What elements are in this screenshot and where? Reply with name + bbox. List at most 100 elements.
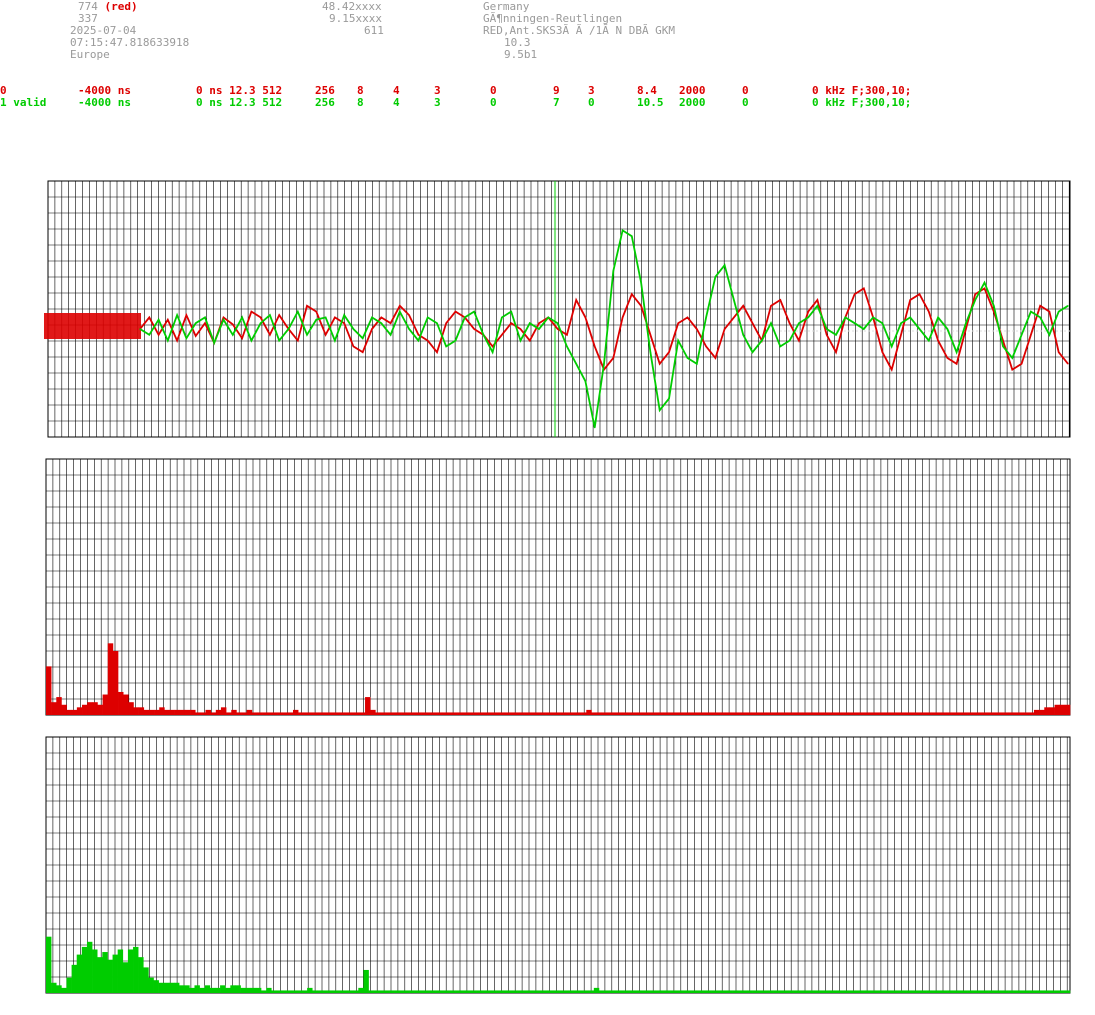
waveform-point-1-51 [612,270,614,272]
spectrum-green-bar-76 [435,990,441,993]
spectrum-red-bar-187 [1008,712,1014,715]
spectrum-red-bar-28 [190,709,196,715]
spectrum-red-bar-65 [380,712,386,715]
spectrum-green-bar-29 [194,985,200,993]
waveform-point-1-44 [547,316,549,318]
spectrum-green-bar-120 [660,990,666,993]
spectrum-red-bar-55 [329,712,335,715]
spectrum-red-bar-44 [272,712,278,715]
waveform-point-1-35 [464,316,466,318]
spectrum-red-bar-148 [807,712,814,715]
spectrum-red-bar-110 [612,712,618,715]
spectrum-red-bar-77 [442,712,448,715]
spectrum-green-bar-153 [829,990,835,993]
spectrum-red-bar-95 [534,712,541,715]
spectrum-green-bar-118 [650,990,656,993]
spectrum-green-bar-96 [537,990,543,993]
spectrum-red-bar-191 [1028,712,1035,715]
waveform-point-1-94 [1011,357,1013,359]
waveform-point-0-47 [575,299,577,301]
spectrum-green-bar-89 [501,990,508,993]
spectrum-red-bar-57 [339,712,345,715]
spectrum-green-bar-105 [583,990,590,993]
spectrum-red-bar-18 [138,707,145,715]
spectrum-red-bar-167 [905,712,911,715]
spectrum-red-bar-25 [174,709,181,715]
spectrum-green-bar-95 [532,990,538,993]
waveform-point-1-61 [705,316,707,318]
waveform-point-1-21 [334,340,336,342]
spectrum-green-bar-64 [373,990,380,993]
spectrum-red-bar-190 [1023,712,1030,715]
spectrum-red-bar-145 [792,712,798,715]
spectrum-red-bar-179 [967,712,973,715]
spectrum-green-bar-8 [86,941,93,993]
spectrum-red-bar-163 [884,712,891,715]
spectrum-red-bar-166 [900,712,906,715]
spectrum-green-bar-193 [1034,990,1040,993]
spectrum-red-bar-176 [951,712,958,715]
spectrum-red-bar-171 [925,712,932,715]
waveform-point-0-51 [612,357,614,359]
spectrum-red-bar-132 [725,712,731,715]
spectrum-red-bar-22 [159,707,165,715]
spectrum-green-bar-104 [578,990,584,993]
spectrum-red-bar-69 [401,712,407,715]
spectrum-green-bar-149 [808,990,815,993]
waveform-point-1-9 [222,319,225,321]
spectrum-green-bar-130 [711,990,718,993]
spectrum-red-bar-12 [107,643,114,715]
waveform-point-0-29 [408,314,410,316]
waveform-point-1-88 [956,351,958,353]
waveform-point-0-27 [390,322,392,324]
waveform-point-0-57 [668,351,670,353]
waveform-point-0-94 [1011,369,1013,371]
spectrum-green-bar-18 [138,957,144,993]
waveform-point-0-53 [631,293,633,295]
spectrum-green-bar-142 [773,990,779,993]
spectrum-green-bar-70 [404,990,410,993]
waveform-point-1-39 [501,316,503,318]
spectrum-green-bar-165 [890,990,897,993]
spectrum-red-bar-184 [992,712,999,715]
spectrum-red-bar-49 [298,712,304,715]
spectrum-red-bar-0 [46,666,52,715]
spectrum-green-bar-144 [783,990,789,993]
waveform-point-0-89 [965,328,967,330]
spectrum-red-bar-168 [910,712,916,715]
waveform-point-1-50 [603,363,605,365]
spectrum-green-bar-80 [455,990,462,993]
waveform-point-1-68 [770,322,772,324]
spectrum-red-bar-124 [684,712,690,715]
spectrum-red-bar-10 [97,704,103,715]
spectrum-green-bar-33 [214,987,221,993]
spectrum-red-bar-56 [334,712,340,715]
waveform-point-1-53 [631,235,633,237]
waveform-point-0-38 [492,345,494,347]
spectrum-green-bar-189 [1013,990,1020,993]
waveform-point-1-27 [390,334,392,336]
spectrum-green-bar-168 [906,990,912,993]
spectrum-green-bar-178 [957,990,963,993]
spectrum-red-bar-39 [246,709,253,715]
spectrum-red-bar-19 [143,709,150,715]
spectrum-red-bar-130 [714,712,721,715]
spectrum-green-bar-90 [506,990,513,993]
spectrum-green-bar-19 [143,967,149,993]
spectrum-red-bar-75 [431,712,438,715]
spectrum-green-bar-45 [276,990,282,993]
waveform-point-0-32 [436,351,438,353]
waveform-point-0-81 [891,369,893,371]
spectrum-green-bar-71 [409,990,415,993]
waveform-point-0-99 [1058,351,1060,353]
spectrum-red-bar-122 [673,712,680,715]
spectrum-green-bar-198 [1059,990,1066,993]
spectrum-green-bar-163 [880,990,886,993]
waveform-point-0-91 [983,287,986,289]
waveform-point-1-49 [594,427,596,429]
spectrum-green-bar-133 [726,990,733,993]
spectrum-green-bar-148 [803,990,810,993]
spectrum-red-bar-98 [550,712,556,715]
spectrum-red-bar-92 [519,712,525,715]
spectrum-red-bar-154 [838,712,844,715]
